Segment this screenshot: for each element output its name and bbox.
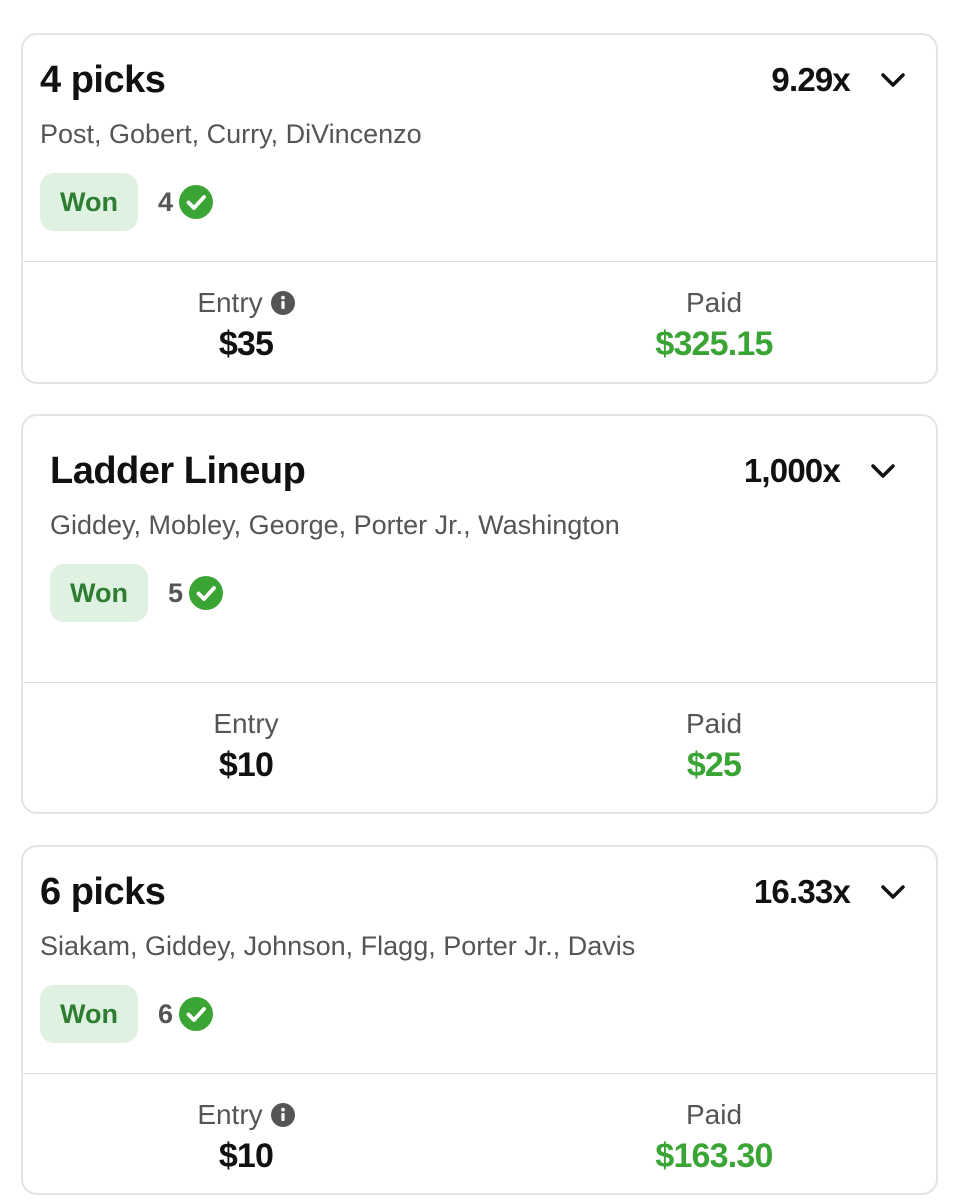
info-icon[interactable]: [270, 1103, 295, 1127]
status-badge: Won: [40, 985, 138, 1043]
entry-stat: Entry $10: [96, 706, 396, 785]
entry-card[interactable]: Ladder Lineup 1,000x Giddey, Mobley, Geo…: [21, 414, 938, 814]
paid-amount: $163.30: [655, 1137, 773, 1175]
entry-label: Entry: [213, 708, 279, 739]
paid-amount: $25: [686, 746, 742, 784]
payout-multiplier: 9.29x: [771, 61, 850, 98]
info-icon[interactable]: [270, 291, 295, 315]
player-list: Post, Gobert, Curry, DiVincenzo: [40, 119, 422, 149]
entry-amount: $10: [218, 746, 274, 784]
entry-card[interactable]: 4 picks 9.29x Post, Gobert, Curry, DiVin…: [21, 33, 938, 384]
paid-label: Paid: [685, 708, 743, 739]
paid-stat: Paid $163.30: [564, 1097, 864, 1176]
correct-count: 6: [157, 998, 174, 1029]
entry-stat: Entry $10: [96, 1097, 396, 1176]
check-circle-icon: [179, 185, 214, 219]
status-badge: Won: [40, 173, 138, 231]
paid-amount: $325.15: [655, 325, 773, 363]
chevron-down-icon[interactable]: [878, 69, 908, 91]
status-row: Won 4: [40, 173, 214, 231]
payout-multiplier: 16.33x: [753, 873, 851, 910]
payout-multiplier: 1,000x: [743, 452, 841, 489]
paid-stat: Paid $25: [564, 706, 864, 785]
divider: [23, 1073, 936, 1074]
status-row: Won 5: [50, 564, 224, 622]
check-circle-icon: [179, 997, 214, 1031]
correct-count: 5: [167, 577, 184, 608]
chevron-down-icon[interactable]: [868, 460, 898, 482]
player-list: Giddey, Mobley, George, Porter Jr., Wash…: [50, 510, 620, 540]
card-title: Ladder Lineup: [50, 450, 306, 492]
divider: [23, 682, 936, 683]
check-circle-icon: [189, 576, 224, 610]
entry-amount: $10: [218, 1137, 274, 1175]
paid-stat: Paid $325.15: [564, 285, 864, 364]
card-title: 4 picks: [40, 59, 166, 101]
entry-label: Entry: [197, 287, 263, 318]
paid-label: Paid: [685, 287, 743, 318]
entry-amount: $35: [218, 325, 274, 363]
divider: [23, 261, 936, 262]
card-title: 6 picks: [40, 871, 166, 913]
correct-count: 4: [157, 186, 174, 217]
entry-label: Entry: [197, 1099, 263, 1130]
entry-stat: Entry $35: [96, 285, 396, 364]
status-badge: Won: [50, 564, 148, 622]
entry-card[interactable]: 6 picks 16.33x Siakam, Giddey, Johnson, …: [21, 845, 938, 1195]
player-list: Siakam, Giddey, Johnson, Flagg, Porter J…: [40, 931, 636, 961]
status-row: Won 6: [40, 985, 214, 1043]
paid-label: Paid: [685, 1099, 743, 1130]
chevron-down-icon[interactable]: [878, 881, 908, 903]
